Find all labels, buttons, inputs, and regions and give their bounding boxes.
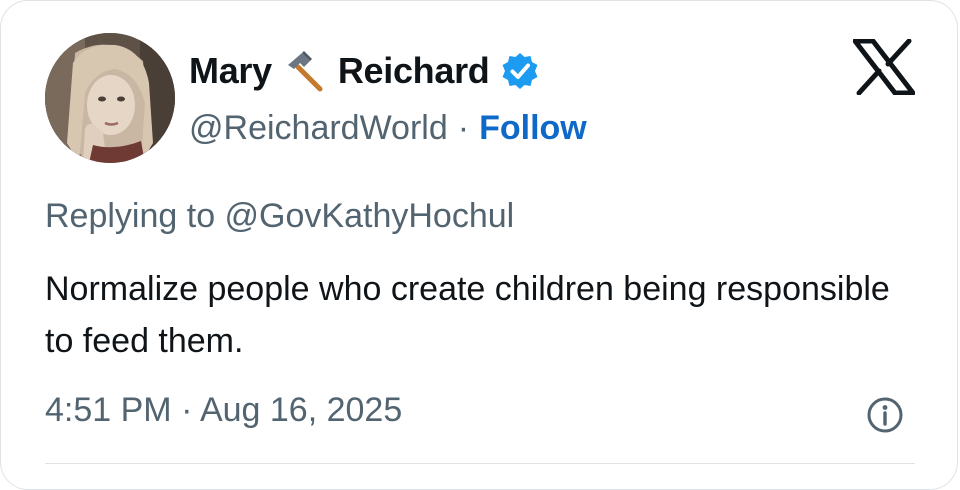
hammer-icon <box>284 49 328 93</box>
tweet-timestamp[interactable]: 4:51 PM · Aug 16, 2025 <box>45 391 402 430</box>
author-handle-row: @ReichardWorld · Follow <box>189 105 587 151</box>
divider <box>45 463 915 464</box>
author-last-name: Reichard <box>337 50 490 91</box>
separator-dot: · <box>457 108 470 147</box>
info-icon[interactable] <box>865 395 905 435</box>
author-handle[interactable]: @ReichardWorld <box>189 109 448 148</box>
verified-badge-icon[interactable] <box>500 51 540 91</box>
author-name[interactable]: Mary Reichard <box>189 47 540 95</box>
tweet-text: Normalize people who create children bei… <box>45 270 890 360</box>
author-first-name: Mary <box>189 50 272 91</box>
x-logo-icon[interactable] <box>852 38 916 96</box>
avatar[interactable] <box>45 33 175 163</box>
tweet-card: Mary Reichard @ReichardWorld · Follow Re <box>0 0 958 490</box>
replying-to[interactable]: Replying to @GovKathyHochul <box>45 197 514 236</box>
avatar-image <box>45 33 175 163</box>
follow-button[interactable]: Follow <box>479 109 587 148</box>
